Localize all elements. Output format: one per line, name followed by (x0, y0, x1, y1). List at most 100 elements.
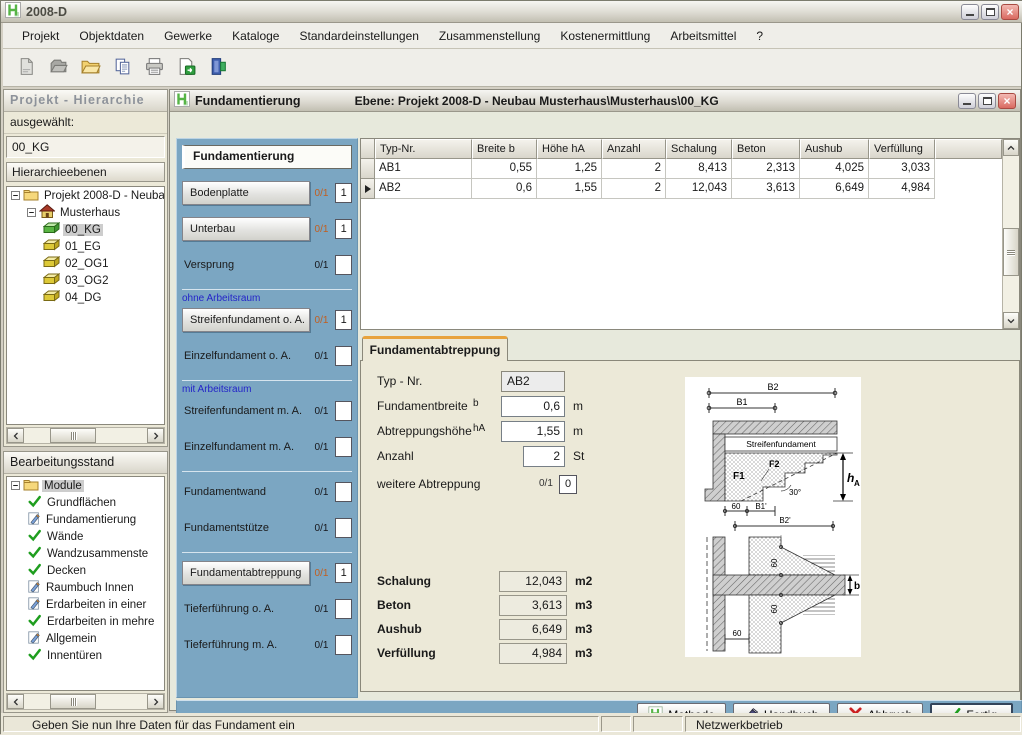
sidebar-button-bodenplatte[interactable]: Bodenplatte (182, 181, 310, 205)
tree-node-grundfl-chen[interactable]: Grundflächen (7, 494, 164, 511)
tree-node-raumbuch-innen[interactable]: Raumbuch Innen (7, 579, 164, 596)
hierarchy-hscrollbar[interactable] (6, 427, 165, 444)
scroll-up-button[interactable] (1003, 139, 1019, 156)
sidebar-label-tieferf-hrung-m-a[interactable]: Tieferführung m. A. (182, 639, 310, 651)
count-box-fundamentwand[interactable] (335, 482, 352, 502)
row-selector[interactable] (361, 179, 375, 199)
count-box-einzelfundament-o-a[interactable] (335, 346, 352, 366)
column-header-beton[interactable]: Beton (732, 139, 800, 159)
column-header-verf-llung[interactable]: Verfüllung (869, 139, 935, 159)
tree-node-innent-ren[interactable]: Innentüren (7, 647, 164, 664)
sidebar-label-tieferf-hrung-o-a[interactable]: Tieferführung o. A. (182, 603, 310, 615)
export-button[interactable] (173, 55, 199, 81)
column-header-schalung[interactable]: Schalung (666, 139, 732, 159)
sidebar-button-unterbau[interactable]: Unterbau (182, 217, 310, 241)
sidebar-button-fundamentabtreppung[interactable]: Fundamentabtreppung (182, 561, 310, 585)
scroll-thumb[interactable] (1003, 228, 1019, 276)
table-row[interactable]: AB20,61,55212,0433,6136,6494,984 (361, 179, 1002, 199)
tree-node-erdarbeiten-in-mehre[interactable]: Erdarbeiten in mehre (7, 613, 164, 630)
tree-node-03-og2[interactable]: 03_OG2 (7, 272, 164, 289)
tree-node-allgemein[interactable]: Allgemein (7, 630, 164, 647)
scroll-right-button[interactable] (147, 428, 164, 443)
count-box-fundamentst-tze[interactable] (335, 518, 352, 538)
anzahl-input[interactable]: 2 (523, 446, 565, 467)
scroll-down-button[interactable] (1003, 312, 1019, 329)
column-header-breite-b[interactable]: Breite b (472, 139, 537, 159)
column-header-h-he-ha[interactable]: Höhe hA (537, 139, 602, 159)
menu-projekt[interactable]: Projekt (13, 26, 68, 46)
scroll-thumb[interactable] (50, 428, 96, 443)
weitere-abtreppung-input[interactable]: 0 (559, 475, 577, 494)
count-box-streifenfundament-o-a[interactable]: 1 (335, 310, 352, 330)
tree-node-fundamentierung[interactable]: Fundamentierung (7, 511, 164, 528)
menu-zusammenstellung[interactable]: Zusammenstellung (430, 26, 549, 46)
tree-node-decken[interactable]: Decken (7, 562, 164, 579)
sidebar-label-streifenfundament-m-a[interactable]: Streifenfundament m. A. (182, 405, 310, 417)
expand-toggle-icon[interactable] (11, 191, 20, 200)
tree-node-wandzusammenste[interactable]: Wandzusammenste (7, 545, 164, 562)
tree-node-00-kg[interactable]: 00_KG (7, 221, 164, 238)
sidebar-label-fundamentst-tze[interactable]: Fundamentstütze (182, 522, 310, 534)
menu-objektdaten[interactable]: Objektdaten (70, 26, 153, 46)
count-box-unterbau[interactable]: 1 (335, 219, 352, 239)
scroll-left-button[interactable] (7, 694, 24, 709)
close-button[interactable]: × (1001, 4, 1019, 20)
tree-node-module[interactable]: Module (7, 477, 164, 494)
hierarchy-levels-header[interactable]: Hierarchieebenen (6, 162, 165, 182)
count-box-bodenplatte[interactable]: 1 (335, 183, 352, 203)
column-header-anzahl[interactable]: Anzahl (602, 139, 666, 159)
expand-toggle-icon[interactable] (11, 481, 20, 490)
print-button[interactable] (141, 55, 167, 81)
count-box-tieferf-hrung-m-a[interactable] (335, 635, 352, 655)
tree-node-erdarbeiten-in-einer[interactable]: Erdarbeiten in einer (7, 596, 164, 613)
table-row[interactable]: AB10,551,2528,4132,3134,0253,033 (361, 159, 1002, 179)
tree-node-04-dg[interactable]: 04_DG (7, 289, 164, 306)
menu-bar: ProjektObjektdatenGewerkeKatalogeStandar… (3, 23, 1021, 49)
tree-node-02-og1[interactable]: 02_OG1 (7, 255, 164, 272)
scroll-right-button[interactable] (147, 694, 164, 709)
tree-node-01-eg[interactable]: 01_EG (7, 238, 164, 255)
count-box-einzelfundament-m-a[interactable] (335, 437, 352, 457)
column-header-typ-nr[interactable]: Typ-Nr. (375, 139, 472, 159)
open-button[interactable] (45, 55, 71, 81)
restore-button[interactable] (981, 4, 999, 20)
tree-node-projekt-2008-d-neubau[interactable]: Projekt 2008-D - Neubau (7, 187, 164, 204)
copy-button[interactable] (109, 55, 135, 81)
count-box-versprung[interactable] (335, 255, 352, 275)
count-box-tieferf-hrung-o-a[interactable] (335, 599, 352, 619)
status-hscrollbar[interactable] (6, 693, 165, 710)
fundamentbreite-input[interactable]: 0,6 (501, 396, 565, 417)
tab-fundamentabtreppung[interactable]: Fundamentabtreppung (362, 336, 508, 361)
exit-button[interactable] (205, 55, 231, 81)
count-box-fundamentabtreppung[interactable]: 1 (335, 563, 352, 583)
sidebar-label-fundamentwand[interactable]: Fundamentwand (182, 486, 310, 498)
sidebar-button-streifenfundament-o-a[interactable]: Streifenfundament o. A. (182, 308, 310, 332)
menu-kataloge[interactable]: Kataloge (223, 26, 288, 46)
tree-node-musterhaus[interactable]: Musterhaus (7, 204, 164, 221)
row-selector[interactable] (361, 159, 375, 179)
window-close-button[interactable]: × (998, 93, 1016, 109)
field-symbol: b (473, 398, 479, 409)
expand-toggle-icon[interactable] (27, 208, 36, 217)
count-box-streifenfundament-m-a[interactable] (335, 401, 352, 421)
table-vscrollbar[interactable] (1002, 139, 1019, 329)
sidebar-label-versprung[interactable]: Versprung (182, 259, 310, 271)
scroll-thumb[interactable] (50, 694, 96, 709)
window-minimize-button[interactable] (958, 93, 976, 109)
sidebar-label-einzelfundament-m-a[interactable]: Einzelfundament m. A. (182, 441, 310, 453)
column-header-aushub[interactable]: Aushub (800, 139, 869, 159)
new-document-button[interactable] (13, 55, 39, 81)
menu-arbeitsmittel[interactable]: Arbeitsmittel (661, 26, 745, 46)
abtreppungsh-he-input[interactable]: 1,55 (501, 421, 565, 442)
open-folder-button[interactable] (77, 55, 103, 81)
scroll-left-button[interactable] (7, 428, 24, 443)
menu-standardeinstellungen[interactable]: Standardeinstellungen (290, 26, 427, 46)
window-maximize-button[interactable] (978, 93, 996, 109)
ratio-label: 0/1 (310, 640, 334, 651)
minimize-button[interactable] (961, 4, 979, 20)
sidebar-label-einzelfundament-o-a[interactable]: Einzelfundament o. A. (182, 350, 310, 362)
menu-item[interactable]: ? (747, 26, 772, 46)
tree-node-w-nde[interactable]: Wände (7, 528, 164, 545)
menu-gewerke[interactable]: Gewerke (155, 26, 221, 46)
menu-kostenermittlung[interactable]: Kostenermittlung (551, 26, 659, 46)
